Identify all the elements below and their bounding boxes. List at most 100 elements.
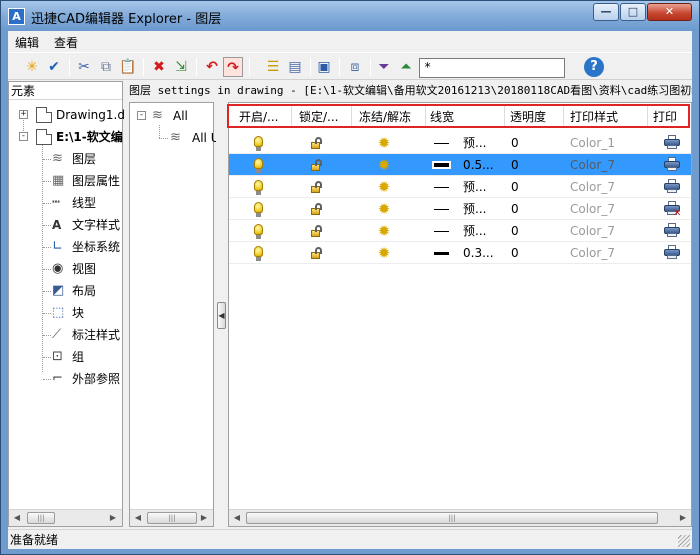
linewidth-cell[interactable]: 预... bbox=[426, 132, 504, 154]
tree-item-ucs[interactable]: ∟ 坐标系统 bbox=[9, 236, 122, 258]
plot-style-cell[interactable]: Color_7 bbox=[570, 220, 645, 242]
copy-icon[interactable]: ⧉ bbox=[96, 57, 116, 77]
layer-props-icon[interactable]: ▣ bbox=[314, 57, 334, 77]
layer-row[interactable]: ✹ 预... 0 Color_7 bbox=[229, 220, 691, 242]
linewidth-cell[interactable]: 0.3... bbox=[426, 242, 504, 264]
collapse-icon[interactable]: - bbox=[19, 132, 28, 141]
transparency-cell[interactable]: 0 bbox=[511, 132, 561, 154]
transparency-cell[interactable]: 0 bbox=[511, 176, 561, 198]
panel-splitter[interactable]: ◀ bbox=[216, 102, 227, 527]
linewidth-cell[interactable]: 预... bbox=[426, 176, 504, 198]
bulb-on-icon[interactable] bbox=[254, 180, 263, 195]
plot-style-cell[interactable]: Color_7 bbox=[570, 198, 645, 220]
collapse-icon[interactable]: - bbox=[137, 111, 146, 120]
column-header-plot-style[interactable]: 打印样式 bbox=[570, 109, 645, 125]
collapse-panel-icon[interactable]: ◀ bbox=[217, 302, 226, 329]
minimize-button[interactable]: — bbox=[593, 3, 619, 21]
bulb-on-icon[interactable] bbox=[254, 224, 263, 239]
tree-node-drawing1[interactable]: + Drawing1.d bbox=[9, 104, 125, 126]
scroll-right-icon[interactable]: ▶ bbox=[105, 510, 121, 526]
scroll-right-icon[interactable]: ▶ bbox=[675, 510, 691, 526]
layer-filter-icon[interactable]: ▤ bbox=[285, 57, 305, 77]
bulb-on-icon[interactable] bbox=[254, 202, 263, 217]
resize-grip-icon[interactable] bbox=[678, 535, 690, 547]
column-header-linewidth[interactable]: 线宽 bbox=[430, 109, 500, 125]
printer-icon[interactable] bbox=[664, 223, 680, 238]
mid-horizontal-scrollbar[interactable]: ◀ ||| ▶ bbox=[130, 509, 213, 526]
maximize-button[interactable]: □ bbox=[620, 3, 646, 21]
scroll-thumb[interactable]: ||| bbox=[147, 512, 197, 524]
menu-edit[interactable]: 编辑 bbox=[15, 34, 39, 51]
new-icon[interactable]: ✳ bbox=[22, 57, 42, 77]
check-icon[interactable]: ✔ bbox=[44, 57, 64, 77]
layer-state-icon[interactable]: ☰ bbox=[263, 57, 283, 77]
filter-input[interactable]: * bbox=[419, 58, 565, 78]
plot-style-cell[interactable]: Color_7 bbox=[570, 176, 645, 198]
tree-item-layers[interactable]: ≋ 图层 bbox=[9, 148, 122, 170]
column-divider[interactable] bbox=[351, 106, 352, 127]
printer-icon[interactable] bbox=[664, 157, 680, 172]
column-header-on-off[interactable]: 开启/... bbox=[239, 109, 291, 125]
bulb-on-icon[interactable] bbox=[254, 158, 263, 173]
sun-thawed-icon[interactable]: ✹ bbox=[376, 135, 392, 151]
linewidth-cell[interactable]: 0.5... bbox=[426, 154, 504, 176]
plot-style-cell[interactable]: Color_1 bbox=[570, 132, 645, 154]
column-header-freeze[interactable]: 冻结/解冻 bbox=[359, 109, 425, 125]
paste-icon[interactable]: 📋 bbox=[118, 57, 138, 77]
column-header-plot[interactable]: 打印 bbox=[653, 109, 691, 125]
unlock-icon[interactable] bbox=[311, 247, 322, 259]
sun-thawed-icon[interactable]: ✹ bbox=[376, 201, 392, 217]
menu-view[interactable]: 查看 bbox=[54, 34, 78, 51]
sun-thawed-icon[interactable]: ✹ bbox=[376, 157, 392, 173]
filter-node-all-used[interactable]: ≋ All U bbox=[130, 127, 219, 149]
transparency-cell[interactable]: 0 bbox=[511, 242, 561, 264]
layer-merge-icon[interactable]: ⧈ bbox=[345, 57, 365, 77]
export-icon[interactable]: ⇲ bbox=[171, 57, 191, 77]
unlock-icon[interactable] bbox=[311, 203, 322, 215]
tree-item-xrefs[interactable]: ⌐ 外部参照 bbox=[9, 368, 122, 390]
tree-item-groups[interactable]: ⊡ 组 bbox=[9, 346, 122, 368]
sun-thawed-icon[interactable]: ✹ bbox=[376, 223, 392, 239]
help-icon[interactable]: ? bbox=[584, 57, 604, 77]
tree-item-dimension-styles[interactable]: ⟋ 标注样式 bbox=[9, 324, 122, 346]
column-header-transparency[interactable]: 透明度 bbox=[510, 109, 568, 125]
layer-row[interactable]: ✹ 预... 0 Color_7 ✕ bbox=[229, 198, 691, 220]
transparency-cell[interactable]: 0 bbox=[511, 154, 561, 176]
printer-no-plot-icon[interactable]: ✕ bbox=[664, 201, 681, 219]
delete-icon[interactable]: ✖ bbox=[149, 57, 169, 77]
linewidth-cell[interactable]: 预... bbox=[426, 198, 504, 220]
grid-horizontal-scrollbar[interactable]: ◀ ||| ▶ bbox=[229, 509, 691, 526]
plot-style-cell[interactable]: Color_7 bbox=[570, 154, 645, 176]
sun-thawed-icon[interactable]: ✹ bbox=[376, 245, 392, 261]
printer-icon[interactable] bbox=[664, 135, 680, 150]
unlock-icon[interactable] bbox=[311, 225, 322, 237]
layer-row[interactable]: ✹ 0.5... 0 Color_7 bbox=[229, 154, 691, 176]
scroll-left-icon[interactable]: ◀ bbox=[9, 510, 25, 526]
unlock-icon[interactable] bbox=[311, 181, 322, 193]
tree-item-views[interactable]: ◉ 视图 bbox=[9, 258, 122, 280]
sun-thawed-icon[interactable]: ✹ bbox=[376, 179, 392, 195]
title-bar[interactable]: A 迅捷CAD编辑器 Explorer - 图层 — □ ✕ bbox=[1, 1, 699, 31]
linewidth-cell[interactable]: 预... bbox=[426, 220, 504, 242]
column-divider[interactable] bbox=[425, 106, 426, 127]
tree-item-layouts[interactable]: ◩ 布局 bbox=[9, 280, 122, 302]
unlock-icon[interactable] bbox=[311, 159, 322, 171]
expand-icon[interactable]: + bbox=[19, 110, 28, 119]
scroll-thumb[interactable]: ||| bbox=[27, 512, 55, 524]
cut-icon[interactable]: ✂ bbox=[74, 57, 94, 77]
printer-icon[interactable] bbox=[664, 179, 680, 194]
layer-row[interactable]: ✹ 预... 0 Color_1 bbox=[229, 132, 691, 154]
layer-row[interactable]: ✹ 预... 0 Color_7 bbox=[229, 176, 691, 198]
printer-icon[interactable] bbox=[664, 245, 680, 260]
scroll-left-icon[interactable]: ◀ bbox=[229, 510, 245, 526]
column-divider[interactable] bbox=[291, 106, 292, 127]
plot-style-cell[interactable]: Color_7 bbox=[570, 242, 645, 264]
undo-icon[interactable]: ↶ bbox=[202, 57, 222, 77]
tree-node-current-drawing[interactable]: - E:\1-软文编 bbox=[9, 126, 123, 148]
tree-item-text-styles[interactable]: A 文字样式 bbox=[9, 214, 122, 236]
tree-item-blocks[interactable]: ⬚ 块 bbox=[9, 302, 122, 324]
column-header-lock[interactable]: 锁定/... bbox=[299, 109, 351, 125]
filter-invert-icon[interactable]: ⏶ bbox=[396, 57, 416, 77]
close-button[interactable]: ✕ bbox=[647, 3, 692, 21]
filter-icon[interactable]: ⏷ bbox=[374, 57, 394, 77]
